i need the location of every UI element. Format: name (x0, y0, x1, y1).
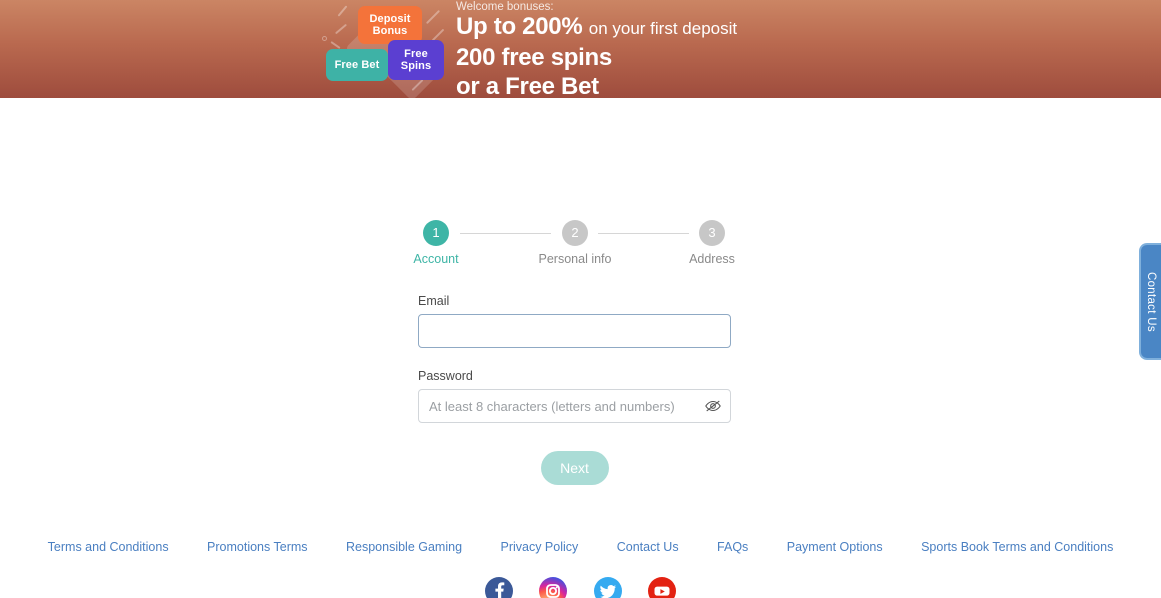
footer-link-sports-book-terms[interactable]: Sports Book Terms and Conditions (921, 540, 1113, 554)
stepper-step-3-circle: 3 (699, 220, 725, 246)
stepper-step-address[interactable]: 3 Address (667, 220, 757, 266)
password-input[interactable] (418, 389, 731, 423)
next-button[interactable]: Next (540, 451, 609, 485)
registration-page: Deposit Bonus Free Bet Free Spins Welcom… (0, 0, 1161, 598)
footer-link-contact-us[interactable]: Contact Us (617, 540, 679, 554)
badge-deposit-label: Deposit Bonus (369, 12, 411, 37)
registration-stepper: 1 Account 2 Personal info 3 Address (0, 220, 1161, 268)
banner-headline-line2: 200 free spins (456, 44, 612, 71)
stepper-step-2-circle: 2 (562, 220, 588, 246)
banner-content: Deposit Bonus Free Bet Free Spins Welcom… (316, 0, 786, 98)
registration-form: Email Password Next (418, 294, 731, 485)
badge-free-spins-label: Free Spins (400, 47, 432, 72)
footer-link-responsible-gaming[interactable]: Responsible Gaming (346, 540, 462, 554)
email-field-label: Email (418, 294, 450, 308)
eye-slash-icon[interactable] (704, 398, 722, 414)
promo-banner[interactable]: Deposit Bonus Free Bet Free Spins Welcom… (0, 0, 1161, 98)
stepper-step-2-label: Personal info (538, 252, 612, 266)
banner-headline-thin: on your first deposit (588, 19, 738, 38)
youtube-icon[interactable] (648, 577, 677, 598)
email-input-wrap (418, 314, 731, 348)
password-field-label: Password (418, 369, 473, 383)
banner-headline-line3: or a Free Bet (456, 73, 599, 98)
social-links (0, 577, 1161, 598)
contact-us-tab-label: Contact Us (1145, 271, 1157, 332)
footer-link-faqs[interactable]: FAQs (717, 540, 748, 554)
stepper-step-1-label: Account (413, 252, 459, 266)
stepper-step-personal-info[interactable]: 2 Personal info (530, 220, 620, 266)
stepper-step-1-circle: 1 (423, 220, 449, 246)
twitter-icon[interactable] (593, 577, 622, 598)
stepper-step-account[interactable]: 1 Account (391, 220, 481, 266)
password-input-wrap (418, 389, 731, 423)
badge-free-spins: Free Spins (388, 40, 444, 80)
footer-links: Terms and Conditions Promotions Terms Re… (0, 538, 1161, 556)
banner-headline-bold: Up to 200% (456, 13, 583, 40)
footer-link-payment-options[interactable]: Payment Options (787, 540, 883, 554)
welcome-bonuses-label: Welcome bonuses: (456, 1, 554, 13)
facebook-icon[interactable] (484, 577, 513, 598)
submit-row: Next (418, 451, 731, 485)
footer-link-terms-and-conditions[interactable]: Terms and Conditions (48, 540, 169, 554)
instagram-icon[interactable] (539, 577, 568, 598)
badge-deposit-bonus: Deposit Bonus (358, 6, 422, 44)
badge-free-bet-label: Free Bet (334, 58, 380, 71)
stepper-step-3-label: Address (689, 252, 735, 266)
contact-us-tab[interactable]: Contact Us (1139, 243, 1161, 360)
footer-link-privacy-policy[interactable]: Privacy Policy (500, 540, 578, 554)
banner-headline-line1: Up to 200% on your first deposit (456, 13, 737, 41)
badge-free-bet: Free Bet (326, 49, 388, 81)
field-gap (418, 348, 731, 369)
email-input[interactable] (418, 314, 731, 348)
footer-link-promotions-terms[interactable]: Promotions Terms (207, 540, 308, 554)
